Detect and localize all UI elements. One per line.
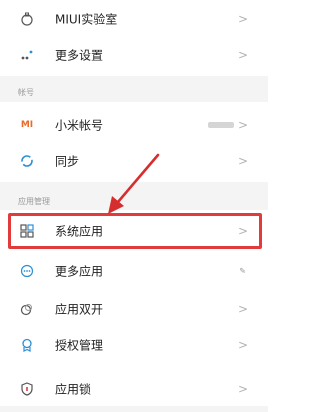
chevron-right-icon: > xyxy=(237,224,248,238)
chevron-right-icon: > xyxy=(237,48,248,62)
dual-apps-icon xyxy=(20,302,34,316)
settings-item-authorization[interactable]: 授权管理 > xyxy=(0,326,268,364)
more-apps-icon xyxy=(20,264,34,278)
chevron-right-icon: > xyxy=(237,338,248,352)
settings-item-label: 授权管理 xyxy=(55,338,104,353)
settings-item-sync[interactable]: 同步 > xyxy=(0,142,268,180)
flask-icon xyxy=(20,12,34,26)
notification-mark-icon: ✎ xyxy=(239,266,246,276)
settings-item-label: 同步 xyxy=(55,154,80,169)
dots-settings-icon xyxy=(20,48,34,62)
sync-icon xyxy=(20,154,34,168)
chevron-right-icon: > xyxy=(237,118,248,132)
account-id-redacted xyxy=(208,122,234,128)
mi-logo-text: MI xyxy=(20,120,34,130)
settings-item-label: 系统应用 xyxy=(55,224,104,239)
settings-item-app-lock[interactable]: 应用锁 > xyxy=(0,370,268,408)
authorization-icon xyxy=(20,338,34,352)
settings-item-label: MIUI实验室 xyxy=(55,12,118,27)
section-header-apps: 应用管理 xyxy=(18,197,50,206)
settings-item-label: 更多应用 xyxy=(55,264,104,279)
chevron-right-icon: > xyxy=(237,302,248,316)
app-lock-icon xyxy=(20,382,34,396)
settings-item-dual-apps[interactable]: 应用双开 > xyxy=(0,290,268,328)
chevron-right-icon: > xyxy=(237,382,248,396)
section-header-account: 帐号 xyxy=(18,88,34,97)
chevron-right-icon: > xyxy=(237,154,248,168)
mi-logo-icon: MI xyxy=(20,118,34,132)
settings-item-miui-lab[interactable]: MIUI实验室 > xyxy=(0,0,268,38)
settings-item-label: 应用双开 xyxy=(55,302,104,317)
settings-item-mi-account[interactable]: MI 小米帐号 > xyxy=(0,106,268,144)
settings-item-more-apps[interactable]: 更多应用 ✎ xyxy=(0,252,268,290)
chevron-right-icon: > xyxy=(237,12,248,26)
settings-item-label: 小米帐号 xyxy=(55,118,104,133)
section-divider xyxy=(0,76,268,102)
settings-item-system-apps[interactable]: 系统应用 > xyxy=(0,212,268,250)
bottom-divider xyxy=(0,406,268,412)
grid-apps-icon xyxy=(20,224,34,238)
settings-item-label: 应用锁 xyxy=(55,382,92,397)
settings-item-label: 更多设置 xyxy=(55,48,104,63)
settings-item-more-settings[interactable]: 更多设置 > xyxy=(0,36,268,74)
